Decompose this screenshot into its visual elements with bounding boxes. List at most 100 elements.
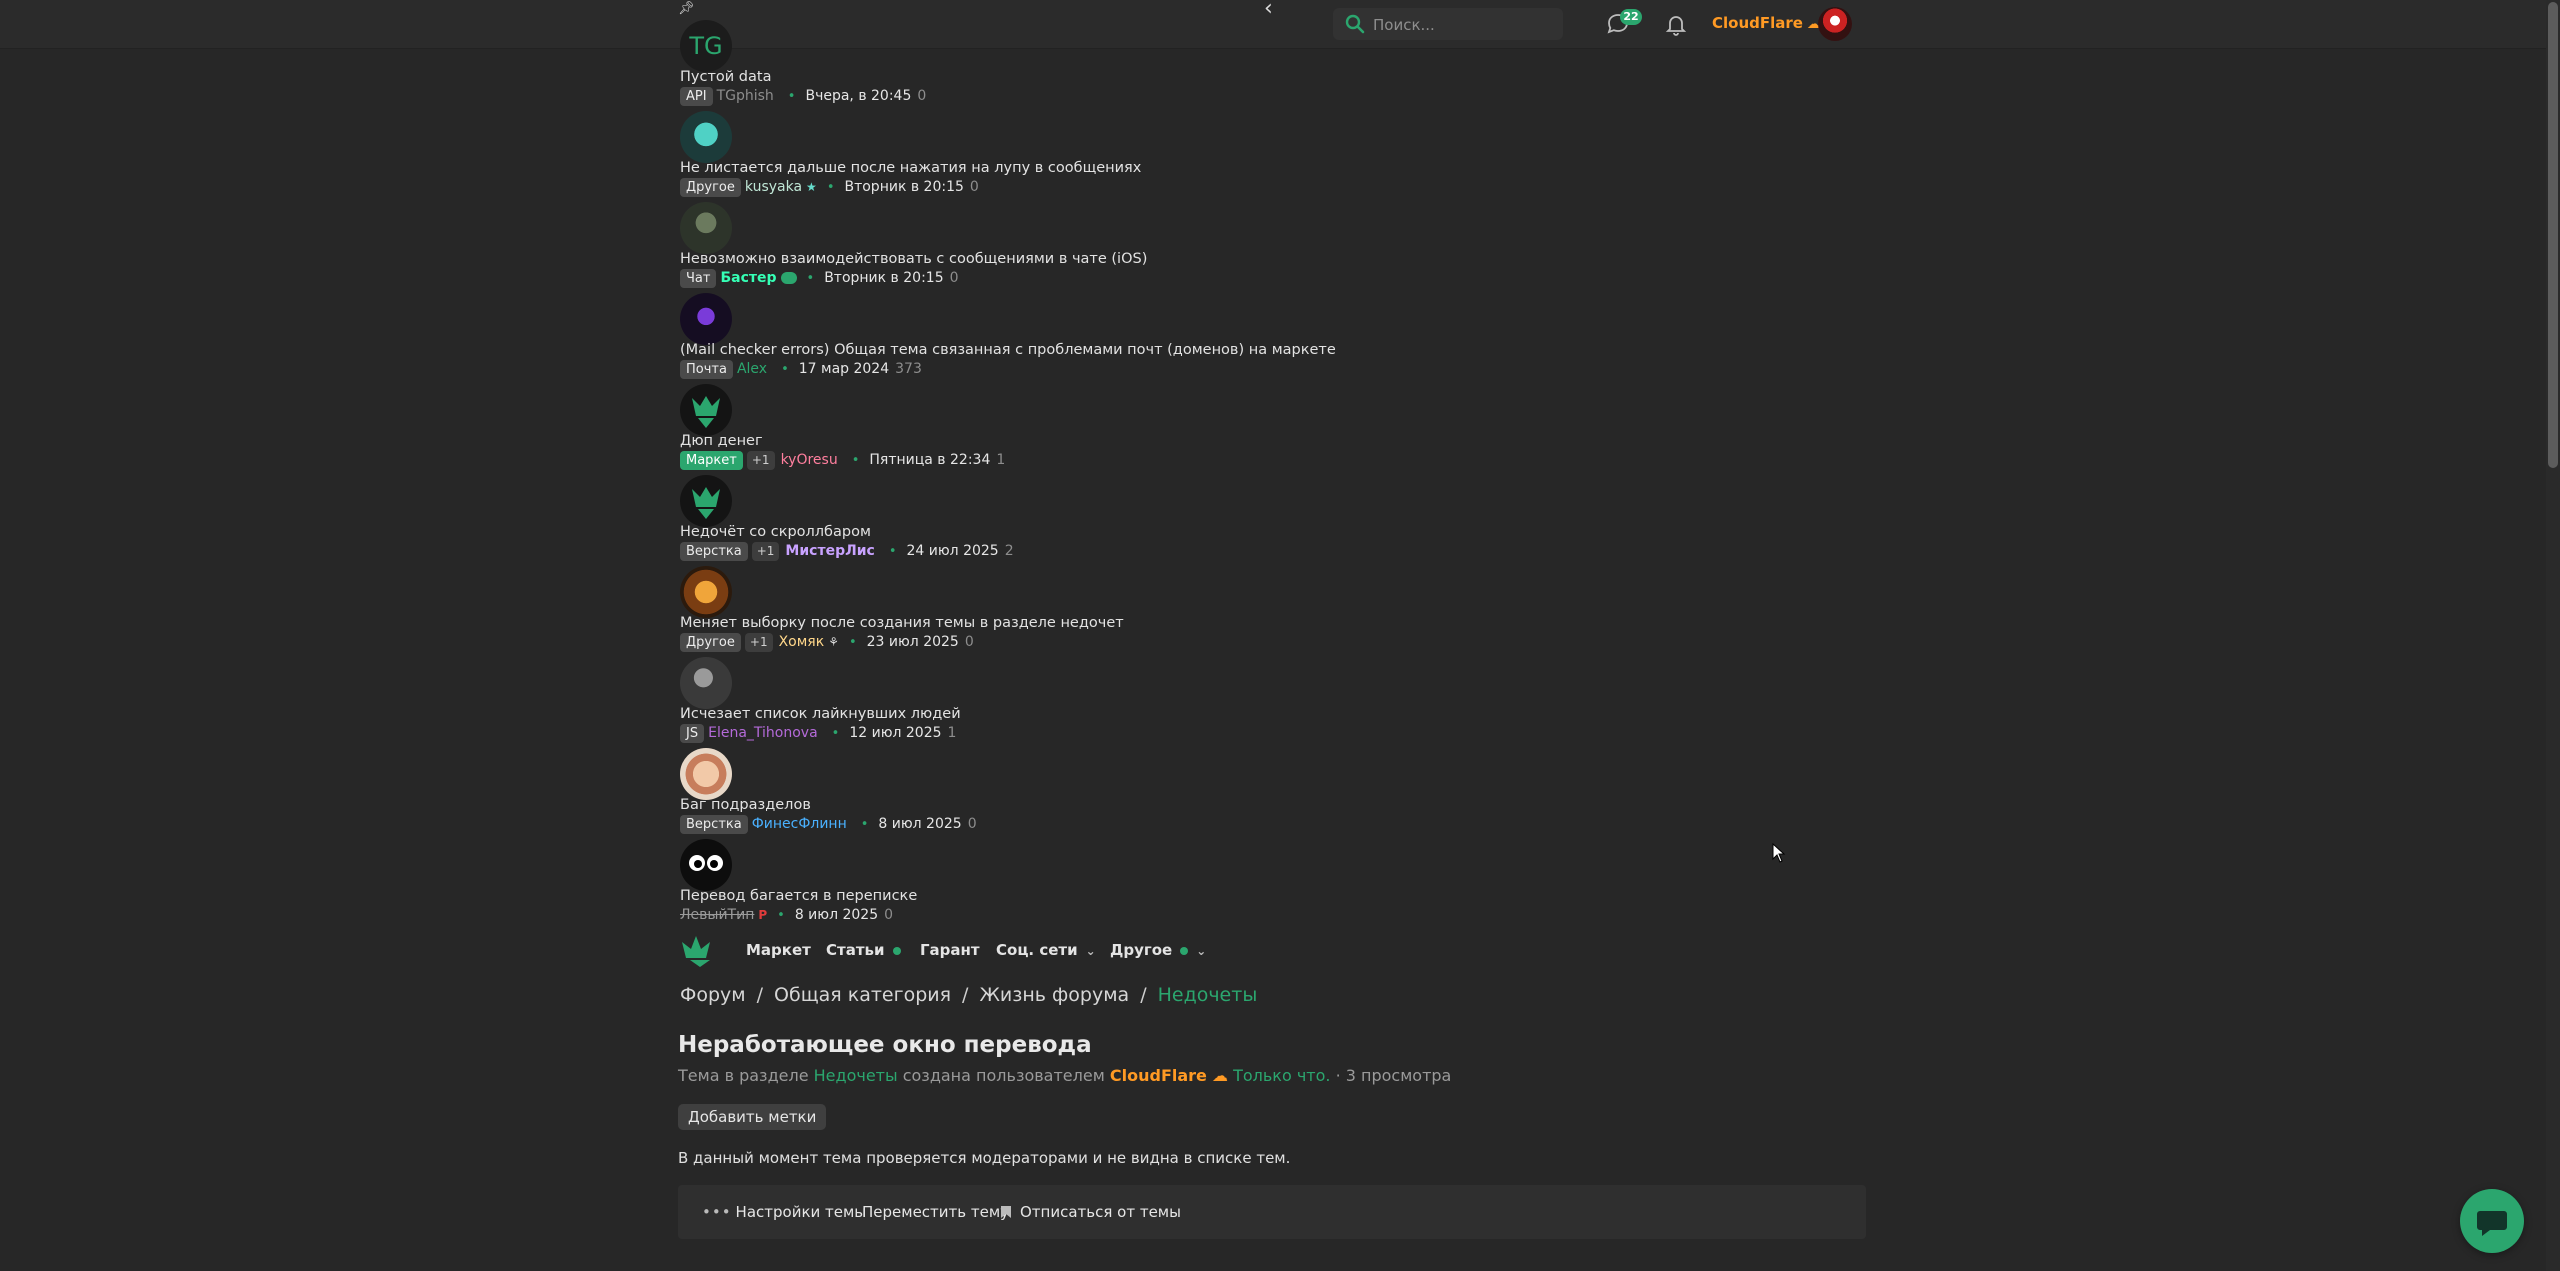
- thread-title[interactable]: Перевод багается в переписке: [680, 888, 917, 904]
- thread-replies: 0: [949, 270, 959, 286]
- nav-market[interactable]: Маркет: [746, 941, 811, 959]
- thread-date[interactable]: Пятница в 22:34: [869, 452, 990, 468]
- avatar[interactable]: [680, 839, 732, 891]
- thread-item[interactable]: TG Пустой data API TGphish • Вчера, в 20…: [680, 20, 1580, 111]
- thread-prefix[interactable]: Другое: [680, 632, 741, 652]
- thread-date[interactable]: Вчера, в 20:45: [805, 88, 911, 104]
- thread-author[interactable]: Alex: [737, 361, 767, 377]
- separator-dot: •: [777, 907, 785, 923]
- topic-views: · 3 просмотра: [1335, 1066, 1452, 1085]
- chat-button[interactable]: [2460, 1189, 2524, 1253]
- topic-settings-button[interactable]: ••• Настройки темы: [702, 1203, 866, 1221]
- thread-prefix[interactable]: Почта: [680, 359, 733, 379]
- nav-social[interactable]: Соц. сети ⌄: [996, 941, 1096, 959]
- notifications-bell-icon[interactable]: [1662, 10, 1690, 38]
- thread-item[interactable]: Невозможно взаимодействовать с сообщения…: [680, 202, 1580, 293]
- thread-title[interactable]: Пустой data: [680, 69, 771, 85]
- nav-articles[interactable]: Статьи: [826, 941, 901, 959]
- breadcrumb: Форум / Общая категория / Жизнь форума / Недоч…: [680, 984, 1257, 1006]
- thread-author[interactable]: Бастер: [720, 270, 776, 286]
- current-user-name[interactable]: CloudFlare ☁: [1712, 14, 1820, 32]
- scrollbar-thumb[interactable]: [2548, 2, 2558, 468]
- breadcrumb-item[interactable]: Общая категория: [774, 984, 951, 1006]
- thread-meta: Верстка +1 МистерЛис • 24 июл 2025 2: [680, 541, 1014, 561]
- thread-prefix[interactable]: Маркет: [680, 450, 743, 470]
- current-user-avatar[interactable]: [1818, 7, 1852, 41]
- thread-author[interactable]: TGphish: [717, 88, 774, 104]
- thread-item[interactable]: Исчезает список лайкнувших людей JS Elen…: [680, 657, 1580, 748]
- nav-other[interactable]: Другое ⌄: [1110, 941, 1206, 959]
- thread-date[interactable]: 23 июл 2025: [867, 634, 959, 650]
- thread-item[interactable]: (Mail checker errors) Общая тема связанн…: [680, 293, 1580, 384]
- thread-author[interactable]: kusyaka: [745, 179, 802, 195]
- thread-title[interactable]: Исчезает список лайкнувших людей: [680, 706, 961, 722]
- thread-title[interactable]: (Mail checker errors) Общая тема связанн…: [680, 342, 1336, 358]
- thread-prefix[interactable]: JS: [680, 723, 705, 743]
- thread-title[interactable]: Невозможно взаимодействовать с сообщения…: [680, 251, 1147, 267]
- thread-prefix[interactable]: Верстка: [680, 541, 748, 561]
- avatar[interactable]: [680, 748, 732, 800]
- separator-dot: •: [888, 543, 897, 559]
- thread-date[interactable]: 8 июл 2025: [878, 816, 961, 832]
- thread-list: TG Пустой data API TGphish • Вчера, в 20…: [680, 20, 1580, 930]
- thread-title[interactable]: Не листается дальше после нажатия на луп…: [680, 160, 1141, 176]
- thread-replies: 0: [967, 816, 977, 832]
- thread-date[interactable]: 12 июл 2025: [849, 725, 941, 741]
- forum-logo-icon[interactable]: [680, 932, 720, 968]
- avatar[interactable]: [680, 384, 732, 436]
- user-badge-icon: P: [758, 908, 768, 922]
- thread-item[interactable]: Меняет выборку после создания темы в раз…: [680, 566, 1580, 657]
- thread-date[interactable]: 17 мар 2024: [799, 361, 889, 377]
- section-link[interactable]: Недочеты: [814, 1066, 898, 1085]
- extra-prefix-count[interactable]: +1: [746, 450, 775, 470]
- thread-item[interactable]: Дюп денег Маркет +1 kyOresu • Пятница в …: [680, 384, 1580, 475]
- thread-prefix[interactable]: Чат: [680, 268, 717, 288]
- avatar[interactable]: [680, 475, 732, 527]
- thread-date[interactable]: Вторник в 20:15: [824, 270, 943, 286]
- thread-date[interactable]: Вторник в 20:15: [844, 179, 963, 195]
- breadcrumb-item[interactable]: Жизнь форума: [979, 984, 1129, 1006]
- thread-author[interactable]: kyOresu: [781, 452, 838, 468]
- nav-garant[interactable]: Гарант: [920, 941, 980, 959]
- thread-title[interactable]: Недочёт со скроллбаром: [680, 524, 871, 540]
- thread-date[interactable]: 24 июл 2025: [907, 543, 999, 559]
- thread-title[interactable]: Дюп денег: [680, 433, 763, 449]
- extra-prefix-count[interactable]: +1: [744, 632, 773, 652]
- breadcrumb-item-current[interactable]: Недочеты: [1158, 984, 1258, 1006]
- topic-time[interactable]: Только что.: [1233, 1066, 1330, 1085]
- thread-author[interactable]: МистерЛис: [785, 543, 874, 559]
- avatar[interactable]: TG: [680, 20, 732, 72]
- thread-title[interactable]: Баг подразделов: [680, 797, 811, 813]
- thread-item[interactable]: Перевод багается в переписке ЛевыйТип P …: [680, 839, 1580, 930]
- forum-logo-icon: [692, 396, 720, 428]
- thread-author[interactable]: ФинесФлинн: [752, 816, 847, 832]
- topic-author[interactable]: CloudFlare: [1110, 1066, 1207, 1085]
- unsubscribe-button[interactable]: Отписаться от темы: [1000, 1203, 1181, 1221]
- breadcrumb-item[interactable]: Форум: [680, 984, 746, 1006]
- thread-author[interactable]: Elena_Tihonova: [708, 725, 818, 741]
- thread-item[interactable]: Недочёт со скроллбаром Верстка +1 Мистер…: [680, 475, 1580, 566]
- avatar[interactable]: [680, 202, 732, 254]
- avatar[interactable]: [680, 111, 732, 163]
- collapse-sidebar-icon[interactable]: ‹: [1264, 0, 1273, 20]
- bookmark-icon: [1001, 1206, 1011, 1218]
- thread-date[interactable]: 8 июл 2025: [795, 907, 878, 923]
- extra-prefix-count[interactable]: +1: [751, 541, 780, 561]
- thread-item[interactable]: Не листается дальше после нажатия на луп…: [680, 111, 1580, 202]
- topic-settings-label: Настройки темы: [735, 1203, 867, 1221]
- thread-prefix[interactable]: API: [680, 86, 713, 106]
- cloud-icon: ☁: [1211, 1066, 1228, 1085]
- thread-prefix[interactable]: Верстка: [680, 814, 748, 834]
- thread-item[interactable]: Баг подразделов Верстка ФинесФлинн • 8 и…: [680, 748, 1580, 839]
- pin-icon[interactable]: 📌︎: [678, 1, 695, 16]
- move-topic-button[interactable]: Переместить тему: [862, 1203, 1009, 1221]
- avatar[interactable]: [680, 293, 732, 345]
- thread-title[interactable]: Меняет выборку после создания темы в раз…: [680, 615, 1124, 631]
- thread-author[interactable]: Хомяк: [779, 634, 825, 650]
- add-tags-button[interactable]: Добавить метки: [678, 1104, 827, 1130]
- avatar[interactable]: [680, 657, 732, 709]
- current-user-label: CloudFlare: [1712, 14, 1803, 32]
- thread-prefix[interactable]: Другое: [680, 177, 741, 197]
- thread-author[interactable]: ЛевыйТип: [680, 907, 754, 923]
- avatar[interactable]: [680, 566, 732, 618]
